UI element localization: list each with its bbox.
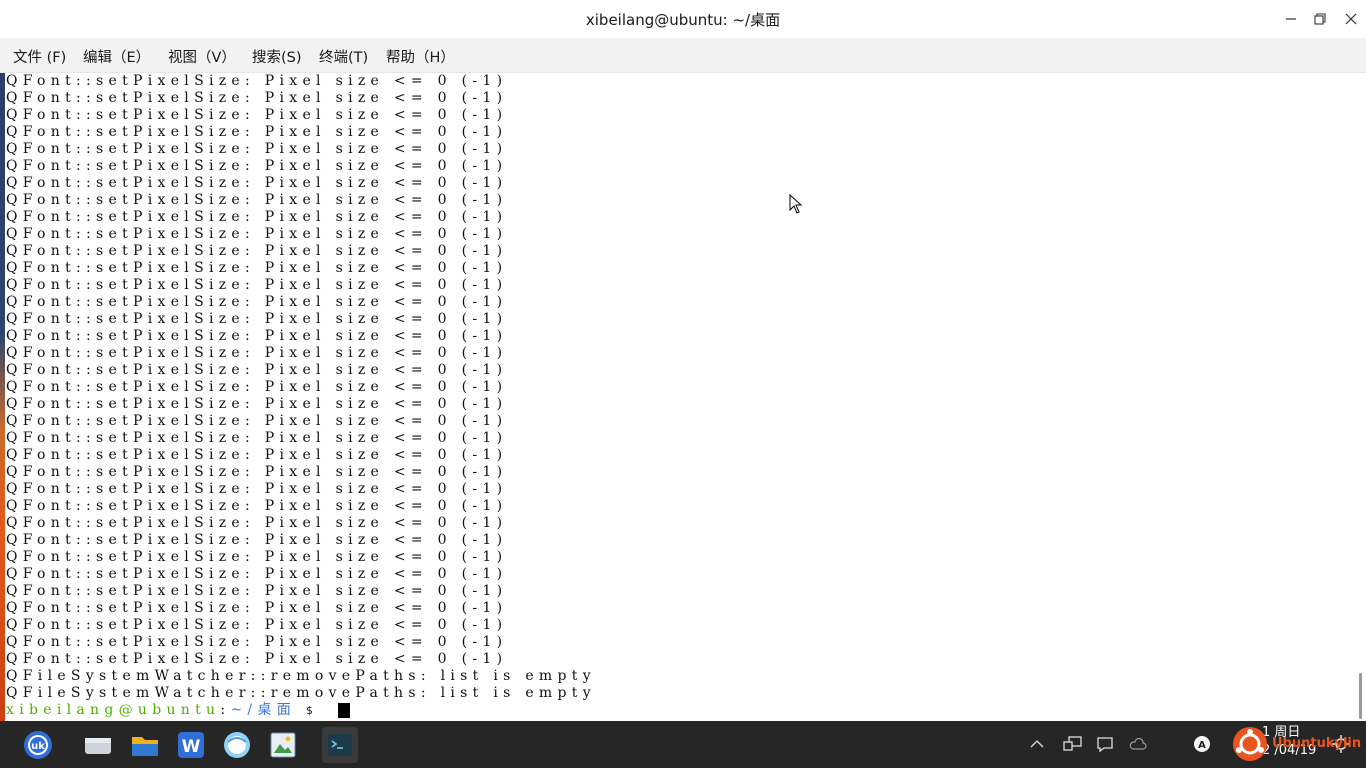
ubuntukylin-logo-icon	[1233, 727, 1267, 761]
terminal-line: QFont::setPixelSize: Pixel size <= 0 (-1…	[6, 600, 508, 616]
folder-icon	[132, 737, 158, 756]
tray-cloud[interactable]	[1127, 733, 1149, 755]
tray-network[interactable]	[1062, 733, 1084, 755]
close-icon	[1345, 13, 1357, 25]
terminal-line: QFont::setPixelSize: Pixel size <= 0 (-1…	[6, 277, 508, 293]
terminal-line: QFont::setPixelSize: Pixel size <= 0 (-1…	[6, 90, 508, 106]
terminal-line: QFont::setPixelSize: Pixel size <= 0 (-1…	[6, 413, 508, 429]
menu-search[interactable]: 搜索(S)	[252, 46, 302, 67]
taskbar-wps-writer[interactable]: W	[173, 727, 209, 763]
text-cursor	[337, 703, 350, 718]
notification-icon	[1097, 737, 1113, 752]
prompt-user: xibeilang@ubuntu	[6, 702, 221, 718]
terminal-line: QFont::setPixelSize: Pixel size <= 0 (-1…	[6, 464, 508, 480]
ubuntukylin-logo	[1232, 726, 1268, 762]
terminal-line: QFont::setPixelSize: Pixel size <= 0 (-1…	[6, 532, 508, 548]
scrollbar[interactable]	[1359, 673, 1362, 719]
prompt-symbol: $	[306, 704, 318, 717]
terminal-line: QFont::setPixelSize: Pixel size <= 0 (-1…	[6, 192, 508, 208]
terminal-line: QFileSystemWatcher::removePaths: list is…	[6, 685, 596, 701]
terminal-line: QFont::setPixelSize: Pixel size <= 0 (-1…	[6, 515, 508, 531]
terminal-line: QFont::setPixelSize: Pixel size <= 0 (-1…	[6, 107, 508, 123]
minimize-icon	[1286, 18, 1296, 20]
file-manager-icon	[85, 738, 111, 754]
title-bar: xibeilang@ubuntu: ~/桌面	[0, 0, 1366, 38]
terminal-line: QFont::setPixelSize: Pixel size <= 0 (-1…	[6, 583, 508, 599]
terminal-line: QFont::setPixelSize: Pixel size <= 0 (-1…	[6, 141, 508, 157]
input-method-icon: A	[1194, 736, 1210, 752]
terminal-line: QFont::setPixelSize: Pixel size <= 0 (-1…	[6, 549, 508, 565]
watermark-text: Ubuntukylin	[1272, 736, 1362, 751]
terminal-lines: QFont::setPixelSize: Pixel size <= 0 (-1…	[6, 73, 596, 719]
taskbar-folder[interactable]	[127, 727, 163, 763]
menu-edit[interactable]: 编辑（E）	[83, 46, 150, 67]
taskbar-image-viewer[interactable]	[265, 727, 301, 763]
tray-notification[interactable]	[1094, 733, 1116, 755]
restore-button[interactable]	[1307, 6, 1333, 32]
terminal-line: QFont::setPixelSize: Pixel size <= 0 (-1…	[6, 328, 508, 344]
terminal-line: QFont::setPixelSize: Pixel size <= 0 (-1…	[6, 73, 508, 89]
tray-expand[interactable]	[1026, 733, 1048, 755]
terminal-icon	[328, 734, 352, 756]
terminal-line: QFont::setPixelSize: Pixel size <= 0 (-1…	[6, 243, 508, 259]
menu-bar: 文件 (F) 编辑（E） 视图（V） 搜索(S) 终端(T) 帮助（H）	[0, 38, 1366, 73]
terminal-line: QFont::setPixelSize: Pixel size <= 0 (-1…	[6, 379, 508, 395]
image-viewer-icon	[270, 732, 296, 758]
minimize-button[interactable]	[1278, 6, 1304, 32]
menu-view[interactable]: 视图（V）	[168, 46, 236, 67]
ukui-start-icon: uk	[24, 731, 52, 759]
taskbar: uk W A 1 周日 2 /04/19	[0, 721, 1366, 768]
terminal-line: QFont::setPixelSize: Pixel size <= 0 (-1…	[6, 396, 508, 412]
tray-input-method[interactable]: A	[1191, 733, 1213, 755]
terminal-line: QFont::setPixelSize: Pixel size <= 0 (-1…	[6, 447, 508, 463]
network-icon	[1063, 736, 1082, 751]
terminal-line: QFont::setPixelSize: Pixel size <= 0 (-1…	[6, 124, 508, 140]
menu-file[interactable]: 文件 (F)	[13, 46, 66, 67]
terminal-line: QFont::setPixelSize: Pixel size <= 0 (-1…	[6, 209, 508, 225]
taskbar-terminal[interactable]	[322, 727, 358, 763]
window-title: xibeilang@ubuntu: ~/桌面	[585, 10, 781, 29]
taskbar-file-manager[interactable]	[80, 727, 116, 763]
svg-text:uk: uk	[31, 741, 45, 752]
terminal-line: QFont::setPixelSize: Pixel size <= 0 (-1…	[6, 260, 508, 276]
svg-text:W: W	[182, 737, 201, 757]
taskbar-browser[interactable]	[219, 727, 255, 763]
terminal-line: QFont::setPixelSize: Pixel size <= 0 (-1…	[6, 481, 508, 497]
terminal-line: QFileSystemWatcher::removePaths: list is…	[6, 668, 596, 684]
desktop-edge	[0, 73, 5, 721]
terminal-line: QFont::setPixelSize: Pixel size <= 0 (-1…	[6, 158, 508, 174]
terminal-line: QFont::setPixelSize: Pixel size <= 0 (-1…	[6, 651, 508, 667]
mouse-pointer-icon	[789, 193, 803, 218]
start-menu-button[interactable]: uk	[20, 727, 56, 763]
prompt-colon: :	[220, 702, 231, 718]
terminal-line: QFont::setPixelSize: Pixel size <= 0 (-1…	[6, 311, 508, 327]
terminal-line: QFont::setPixelSize: Pixel size <= 0 (-1…	[6, 294, 508, 310]
terminal-line: QFont::setPixelSize: Pixel size <= 0 (-1…	[6, 566, 508, 582]
prompt-path: ~/桌面	[230, 702, 297, 718]
browser-icon	[224, 732, 250, 758]
terminal-line: QFont::setPixelSize: Pixel size <= 0 (-1…	[6, 226, 508, 242]
svg-text:A: A	[1198, 740, 1206, 751]
terminal-line: QFont::setPixelSize: Pixel size <= 0 (-1…	[6, 617, 508, 633]
terminal-line: QFont::setPixelSize: Pixel size <= 0 (-1…	[6, 430, 508, 446]
restore-icon	[1314, 13, 1326, 25]
cloud-icon	[1129, 737, 1147, 750]
terminal-line: QFont::setPixelSize: Pixel size <= 0 (-1…	[6, 175, 508, 191]
terminal-line: QFont::setPixelSize: Pixel size <= 0 (-1…	[6, 498, 508, 514]
terminal-output[interactable]: QFont::setPixelSize: Pixel size <= 0 (-1…	[0, 73, 1366, 721]
terminal-line: QFont::setPixelSize: Pixel size <= 0 (-1…	[6, 345, 508, 361]
terminal-line: QFont::setPixelSize: Pixel size <= 0 (-1…	[6, 634, 508, 650]
close-button[interactable]	[1338, 6, 1364, 32]
menu-terminal[interactable]: 终端(T)	[319, 46, 368, 67]
menu-help[interactable]: 帮助（H）	[386, 46, 455, 67]
terminal-line: QFont::setPixelSize: Pixel size <= 0 (-1…	[6, 362, 508, 378]
terminal-prompt[interactable]: xibeilang@ubuntu: ~/桌面 $	[6, 702, 596, 719]
chevron-up-icon	[1030, 740, 1044, 748]
wps-writer-icon: W	[178, 732, 204, 758]
